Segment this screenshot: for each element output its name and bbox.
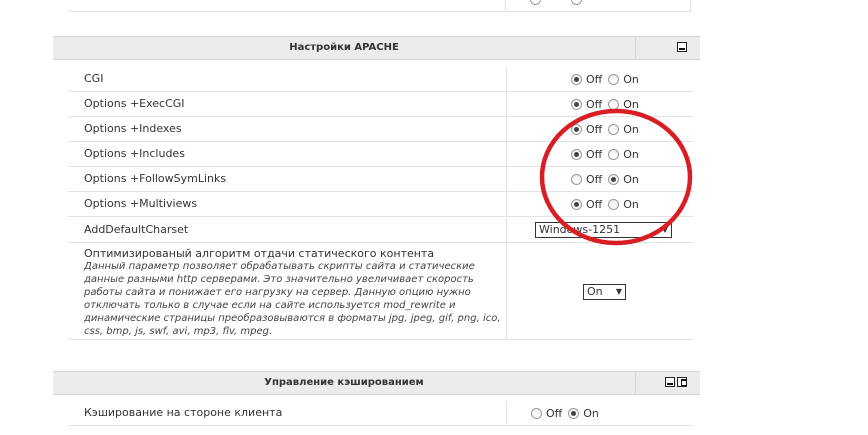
setting-label: Options +Includes	[84, 147, 185, 160]
setting-control: Off On	[506, 142, 694, 166]
setting-row: Options +FollowSymLinks Off On	[68, 167, 693, 192]
panel-controls	[636, 37, 700, 59]
charset-select[interactable]: Windows-1251 ▼	[535, 222, 672, 238]
setting-label: CGI	[84, 72, 104, 85]
panel-controls	[636, 372, 700, 394]
divider	[690, 0, 691, 12]
charset-value: Windows-1251	[539, 223, 621, 236]
on-option-label: On	[623, 72, 639, 86]
off-option-label: Off	[586, 72, 603, 86]
setting-row: Options +ExecCGI Off On	[68, 92, 693, 117]
setting-label: Options +FollowSymLinks	[84, 172, 227, 185]
static-content-select[interactable]: On ▼	[583, 284, 626, 300]
off-option-label: Off	[586, 147, 603, 161]
partial-radio[interactable]	[530, 0, 541, 5]
on-radio[interactable]	[608, 98, 620, 110]
apache-panel-header: Настройки APACHE	[53, 36, 700, 60]
on-radio[interactable]	[608, 148, 620, 160]
off-radio[interactable]	[571, 98, 582, 110]
on-option-label: On	[623, 147, 639, 161]
charset-label: AddDefaultCharset	[84, 223, 189, 236]
off-radio[interactable]	[571, 173, 582, 185]
off-option-label: Off	[586, 97, 603, 111]
chevron-down-icon: ▼	[661, 225, 668, 234]
static-content-title: Оптимизированый алгоритм отдачи статичес…	[84, 247, 435, 260]
on-radio[interactable]	[608, 73, 620, 85]
on-option-label: On	[583, 406, 599, 420]
setting-control: Off On	[506, 192, 694, 216]
radio-group: Off On	[571, 192, 645, 216]
static-content-control: On ▼	[506, 243, 694, 339]
off-option-label: Off	[586, 172, 603, 186]
on-radio[interactable]	[608, 198, 620, 210]
cache-settings-panel: Управление кэшированием Кэширование на с…	[53, 371, 700, 435]
cache-panel-title: Управление кэшированием	[53, 372, 636, 394]
off-radio[interactable]	[571, 198, 582, 210]
radio-group: Off On	[571, 92, 645, 116]
off-option-label: Off	[586, 122, 603, 136]
page: Настройки APACHE CGI Off On Options +ExecCG…	[0, 0, 868, 435]
setting-row: Options +Includes Off On	[68, 142, 693, 167]
on-radio[interactable]	[568, 407, 580, 419]
on-option-label: On	[623, 122, 639, 136]
cache-panel-header: Управление кэшированием	[53, 371, 700, 395]
on-radio[interactable]	[608, 173, 620, 185]
static-content-description: Данный параметр позволяет обрабатывать с…	[84, 261, 501, 337]
off-radio[interactable]	[571, 123, 582, 135]
on-option-label: On	[623, 197, 639, 211]
radio-group: Off On	[571, 142, 645, 166]
minimize-icon[interactable]	[677, 42, 687, 52]
radio-group: Off On	[571, 117, 645, 141]
setting-row: Кэширование на стороне клиента Off On	[68, 401, 693, 426]
radio-group: Off On	[531, 401, 605, 425]
apache-panel-title: Настройки APACHE	[53, 37, 636, 59]
off-option-label: Off	[546, 406, 563, 420]
off-radio[interactable]	[571, 148, 582, 160]
charset-control: Windows-1251 ▼	[506, 218, 694, 242]
minimize-icon[interactable]	[665, 377, 675, 387]
apache-settings-panel: Настройки APACHE CGI Off On Options +ExecCG…	[53, 36, 700, 366]
radio-group: Off On	[571, 67, 645, 91]
setting-row: Options +Indexes Off On	[68, 117, 693, 142]
setting-row: CGI Off On	[68, 67, 693, 92]
setting-label: Options +Indexes	[84, 122, 182, 135]
restore-icon[interactable]	[677, 377, 687, 387]
divider	[68, 11, 690, 12]
setting-row: Options +Multiviews Off On	[68, 192, 693, 217]
setting-control: Off On	[506, 67, 694, 91]
radio-group: Off On	[571, 167, 645, 191]
setting-control: Off On	[506, 92, 694, 116]
charset-row: AddDefaultCharset Windows-1251 ▼	[68, 218, 693, 243]
on-option-label: On	[623, 172, 639, 186]
setting-label: Кэширование на стороне клиента	[84, 406, 283, 419]
setting-label: Options +Multiviews	[84, 197, 198, 210]
on-radio[interactable]	[608, 123, 620, 135]
setting-label: Options +ExecCGI	[84, 97, 185, 110]
partial-radio[interactable]	[571, 0, 582, 5]
setting-control: Off On	[506, 117, 694, 141]
off-option-label: Off	[586, 197, 603, 211]
off-radio[interactable]	[531, 407, 542, 419]
static-content-row: Оптимизированый алгоритм отдачи статичес…	[68, 243, 693, 340]
on-option-label: On	[623, 97, 639, 111]
setting-control: Off On	[506, 401, 694, 425]
off-radio[interactable]	[571, 73, 582, 85]
static-content-value: On	[587, 285, 603, 298]
chevron-down-icon: ▼	[615, 287, 622, 296]
setting-control: Off On	[506, 167, 694, 191]
